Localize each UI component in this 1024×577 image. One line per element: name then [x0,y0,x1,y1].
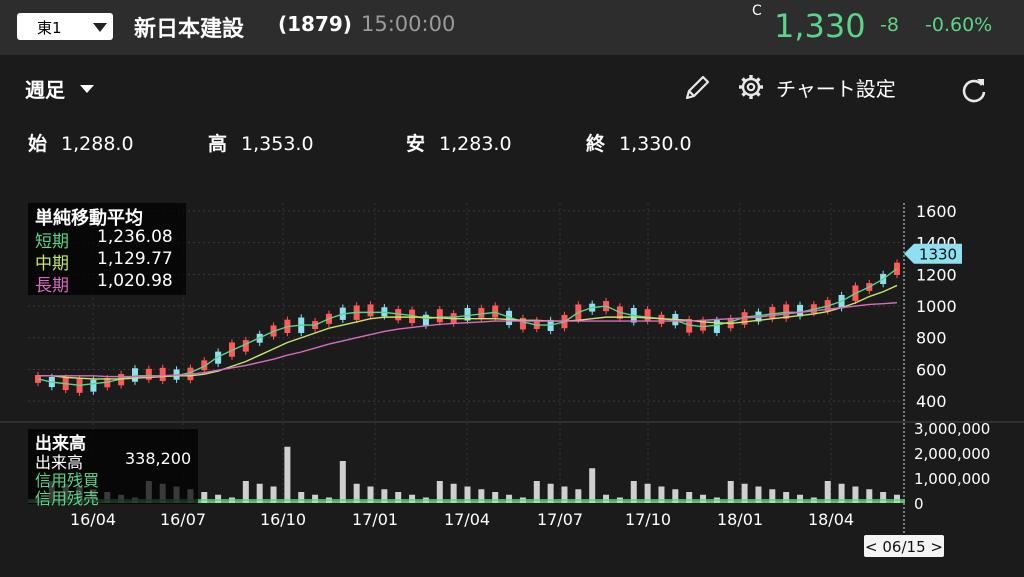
volume-bar [769,489,776,503]
stock-name: 新日本建設 [134,17,245,42]
open-value: 1,288.0 [61,133,134,155]
volume-bar [381,489,388,503]
high-value: 1,353.0 [241,133,314,155]
low-label: 安 [406,133,426,155]
candle-body [436,309,443,323]
candle-body [242,340,249,352]
price-tick-label: 1000 [916,297,957,316]
volume-bar [339,461,346,503]
current-price: 1,330 [774,7,866,45]
caret-down-icon [80,85,94,93]
x-tick-label: 17/04 [444,510,490,529]
candle-body [90,379,97,392]
price-tick-label: 1200 [916,265,957,284]
pencil-icon[interactable] [681,72,713,104]
volume-bar [589,468,596,503]
high-field: 高 1,353.0 [208,129,314,156]
close-label: 終 [586,133,606,155]
last-price-tag-label: 1330 [919,246,957,264]
volume-tick-label: 0 [914,495,924,513]
price-tick-label: 1600 [916,202,957,221]
candle-body [367,304,374,317]
refresh-icon[interactable] [958,75,990,107]
open-label: 始 [28,133,48,155]
candle-body [644,309,651,322]
stock-code: (1879) [278,12,352,36]
volume-tick-label: 2,000,000 [914,445,990,463]
candle-body [478,308,485,318]
ma-mid-value: 1,129.77 [97,249,173,269]
close-field: 終 1,330.0 [586,129,692,156]
x-tick-label: 16/10 [260,510,306,529]
period-label: 週足 [25,78,65,102]
volume-bar [284,446,291,503]
high-label: 高 [208,133,228,155]
x-tick-label: 17/10 [625,510,671,529]
x-tick-label: 18/01 [717,510,763,529]
candle-body [492,305,499,318]
price-tick-label: 800 [916,329,947,348]
ma-long-label: 長期 1,020.98 [35,271,173,296]
low-field: 安 1,283.0 [406,129,512,156]
quote-time: 15:00:00 [361,12,456,36]
x-tick-label: 17/01 [352,510,398,529]
volume-bar [478,489,485,503]
volume-legend: 出来高 出来高 338,200 信用残買 信用残売 [28,429,198,508]
volume-bar [866,489,873,503]
chart-settings-button[interactable]: チャート設定 [776,73,896,102]
close-indicator: C [752,3,762,19]
price-change-percent: -0.60% [925,14,993,36]
x-tick-label: 16/07 [160,510,206,529]
market-selector[interactable]: 東1 [17,13,113,40]
volume-bar [672,489,679,503]
top-bar: 東1 新日本建設 (1879) 15:00:00 C 1,330 -8 -0.6… [0,0,1024,55]
ma-short-value: 1,236.08 [97,227,173,247]
cursor-date-label: < 06/15 > [865,538,943,556]
price-tick-label: 400 [916,392,947,411]
price-change: -8 [880,14,899,36]
volume-tick-label: 3,000,000 [914,420,990,438]
close-value: 1,330.0 [619,133,692,155]
gear-icon[interactable] [736,72,766,102]
volume-tick-label: 1,000,000 [914,470,990,488]
chevron-down-icon [93,23,107,32]
volume-value: 338,200 [125,449,192,468]
price-tick-label: 600 [916,360,947,379]
ma-long-value: 1,020.98 [97,271,173,291]
market-label: 東1 [37,19,62,37]
moving-average-legend: 単純移動平均 短期 1,236.08 中期 1,129.77 長期 1,020.98 [28,203,186,296]
x-tick-label: 16/04 [70,510,116,529]
x-tick-label: 18/04 [808,510,854,529]
candle-body [131,368,138,382]
low-value: 1,283.0 [439,133,512,155]
x-tick-label: 17/07 [537,510,583,529]
candle-body [422,314,429,326]
candle-body [159,367,166,381]
open-field: 始 1,288.0 [28,129,134,156]
volume-bar [575,489,582,503]
margin-sell-label: 信用残売 [35,489,100,508]
